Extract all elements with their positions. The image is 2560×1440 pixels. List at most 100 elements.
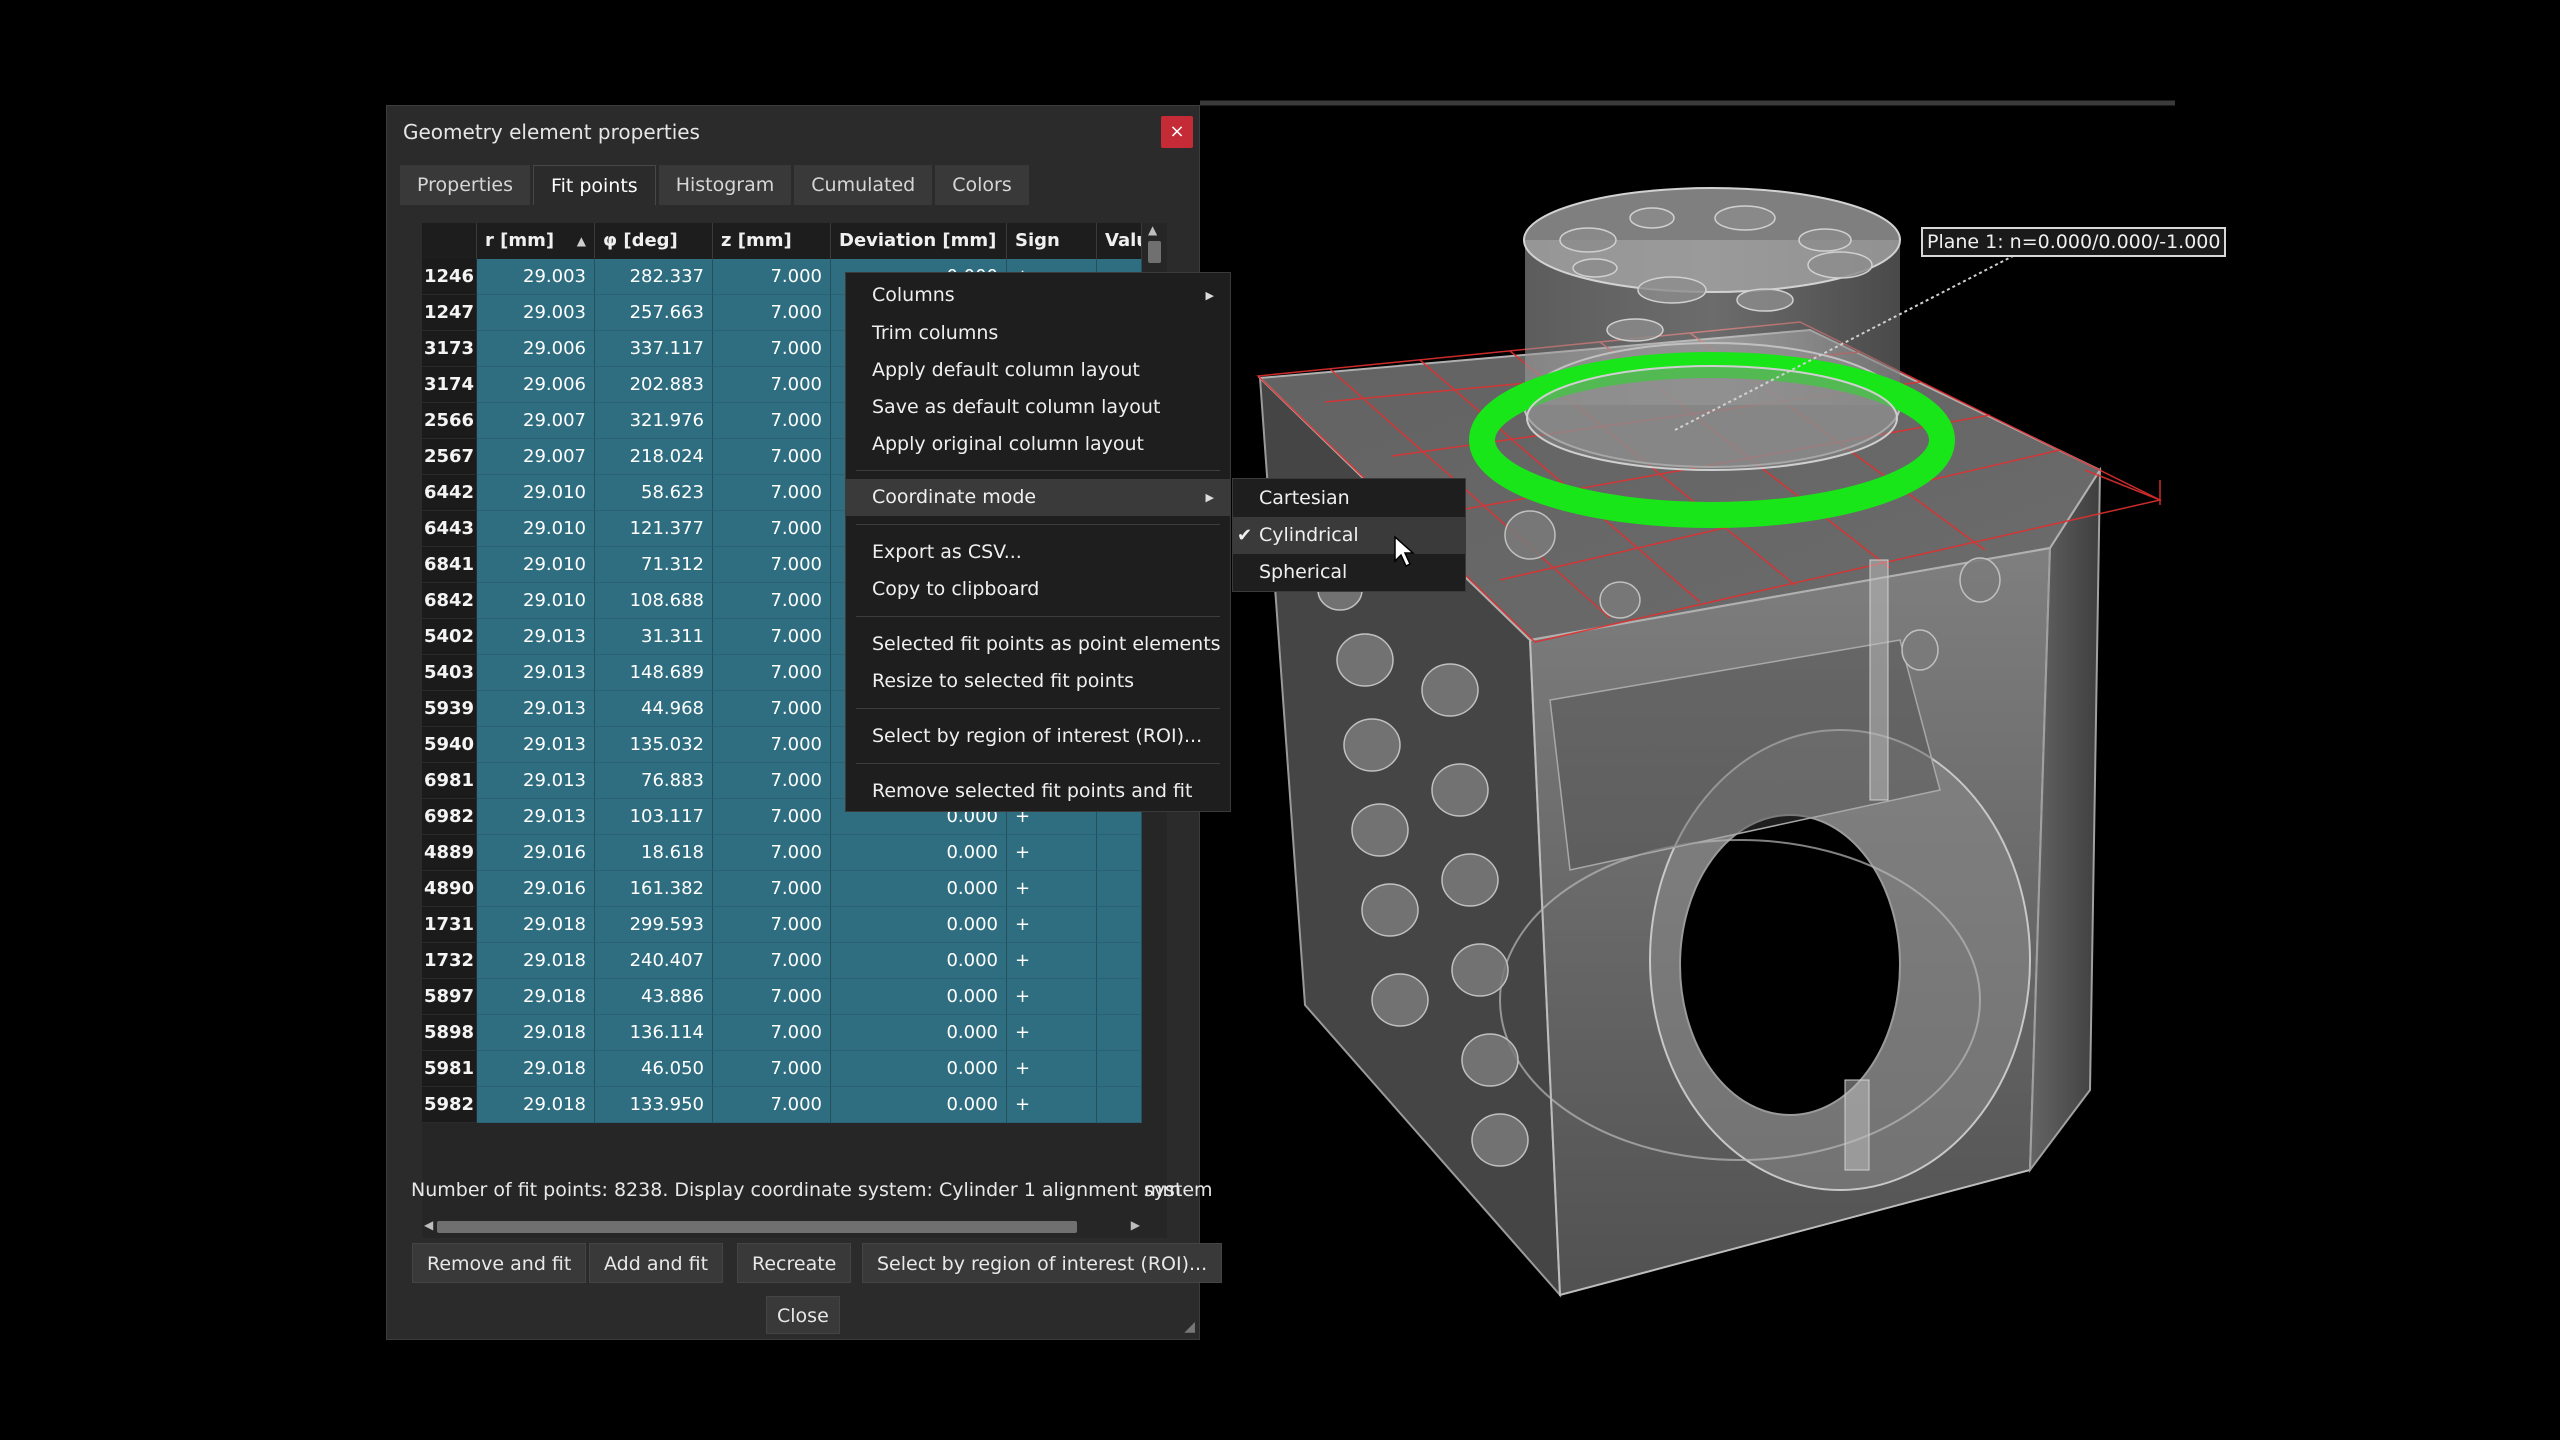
close-icon[interactable]: ×: [1161, 116, 1193, 148]
submenu-item-cartesian[interactable]: Cartesian: [1233, 480, 1465, 517]
coordinate-mode-submenu: Cartesian ✔ Cylindrical Spherical: [1232, 478, 1466, 592]
table-cell: 7.000: [713, 1051, 831, 1087]
table-cell: 121.377: [595, 511, 713, 547]
add-and-fit-button[interactable]: Add and fit: [589, 1243, 724, 1283]
menu-item-columns[interactable]: Columns ▶: [846, 277, 1230, 314]
table-cell: 29.018: [477, 907, 595, 943]
table-cell: 240.407: [595, 943, 713, 979]
mouse-cursor-icon: [1394, 535, 1415, 568]
scroll-left-icon[interactable]: ◀: [424, 1218, 433, 1232]
scroll-up-icon[interactable]: ▲: [1148, 223, 1157, 237]
row-id-cell: 5982: [422, 1087, 477, 1123]
submenu-arrow-icon: ▶: [1205, 289, 1214, 302]
row-id-cell: 5939: [422, 691, 477, 727]
tab-histogram[interactable]: Histogram: [658, 165, 792, 205]
context-menu: Columns ▶ Trim columns Apply default col…: [845, 272, 1231, 812]
menu-item-export-csv[interactable]: Export as CSV...: [846, 534, 1230, 571]
column-header-id[interactable]: [422, 223, 477, 259]
menu-item-coordinate-mode[interactable]: Coordinate mode ▶: [846, 479, 1230, 516]
table-cell: 29.018: [477, 943, 595, 979]
table-cell: 0.000: [831, 1087, 1007, 1123]
tab-properties[interactable]: Properties: [400, 165, 531, 205]
table-cell: 29.013: [477, 655, 595, 691]
select-roi-button[interactable]: Select by region of interest (ROI)...: [862, 1243, 1223, 1283]
table-row[interactable]: 5982 29.018 133.950 7.000 0.000 +: [422, 1087, 1142, 1123]
bore-through-hole: [1679, 814, 1901, 1116]
menu-item-select-roi[interactable]: Select by region of interest (ROI)...: [846, 718, 1230, 755]
submenu-item-spherical[interactable]: Spherical: [1233, 554, 1465, 591]
column-header-sign[interactable]: Sign: [1007, 223, 1097, 259]
submenu-item-label: Cylindrical: [1259, 524, 1359, 546]
table-cell: 321.976: [595, 403, 713, 439]
table-cell: 29.013: [477, 727, 595, 763]
table-cell: 103.117: [595, 799, 713, 835]
table-cell: 7.000: [713, 475, 831, 511]
table-row[interactable]: 1732 29.018 240.407 7.000 0.000 +: [422, 943, 1142, 979]
table-cell: 7.000: [713, 511, 831, 547]
table-cell: 135.032: [595, 727, 713, 763]
table-cell: 29.010: [477, 583, 595, 619]
table-cell: 7.000: [713, 439, 831, 475]
menu-item-points-as-elements[interactable]: Selected fit points as point elements: [846, 626, 1230, 663]
table-row[interactable]: 1731 29.018 299.593 7.000 0.000 +: [422, 907, 1142, 943]
column-header-phi[interactable]: φ [deg]: [595, 223, 713, 259]
table-cell: 7.000: [713, 763, 831, 799]
column-header-value[interactable]: Value: [1097, 223, 1142, 259]
column-header-z[interactable]: z [mm]: [713, 223, 831, 259]
recreate-button[interactable]: Recreate: [737, 1243, 852, 1283]
table-cell: 7.000: [713, 943, 831, 979]
tab-colors[interactable]: Colors: [935, 165, 1029, 205]
table-row[interactable]: 5898 29.018 136.114 7.000 0.000 +: [422, 1015, 1142, 1051]
menu-item-apply-original-layout[interactable]: Apply original column layout: [846, 426, 1230, 463]
dialog-title: Geometry element properties: [403, 120, 700, 144]
table-cell: 161.382: [595, 871, 713, 907]
table-cell: 29.003: [477, 295, 595, 331]
table-cell: +: [1007, 907, 1097, 943]
menu-item-remove-selected-fit[interactable]: Remove selected fit points and fit: [846, 773, 1230, 810]
menu-item-apply-default-layout[interactable]: Apply default column layout: [846, 352, 1230, 389]
table-cell: 0.000: [831, 1015, 1007, 1051]
tab-cumulated[interactable]: Cumulated: [794, 165, 933, 205]
table-cell: 29.018: [477, 1015, 595, 1051]
table-cell: 29.016: [477, 871, 595, 907]
menu-item-save-default-layout[interactable]: Save as default column layout: [846, 389, 1230, 426]
tab-fit-points[interactable]: Fit points: [533, 165, 656, 205]
table-row[interactable]: 4889 29.016 18.618 7.000 0.000 +: [422, 835, 1142, 871]
3d-viewport[interactable]: Plane 1: n=0.000/0.000/-1.000: [0, 0, 2560, 1440]
table-cell: 29.018: [477, 979, 595, 1015]
close-button[interactable]: Close: [766, 1296, 840, 1334]
table-cell: 7.000: [713, 799, 831, 835]
table-cell: [1097, 1087, 1142, 1123]
submenu-item-cylindrical[interactable]: ✔ Cylindrical: [1233, 517, 1465, 554]
table-cell: +: [1007, 835, 1097, 871]
column-header-deviation[interactable]: Deviation [mm]: [831, 223, 1007, 259]
menu-item-resize-selected[interactable]: Resize to selected fit points: [846, 663, 1230, 700]
scrollbar-thumb[interactable]: [1148, 241, 1161, 263]
table-cell: +: [1007, 871, 1097, 907]
table-row[interactable]: 4890 29.016 161.382 7.000 0.000 +: [422, 871, 1142, 907]
plane-label[interactable]: Plane 1: n=0.000/0.000/-1.000: [1921, 227, 2227, 257]
table-cell: 7.000: [713, 871, 831, 907]
row-id-cell: 5981: [422, 1051, 477, 1087]
menu-item-trim-columns[interactable]: Trim columns: [846, 315, 1230, 352]
menu-item-copy-clipboard[interactable]: Copy to clipboard: [846, 571, 1230, 608]
table-row[interactable]: 5981 29.018 46.050 7.000 0.000 +: [422, 1051, 1142, 1087]
table-cell: 29.010: [477, 547, 595, 583]
table-cell: 18.618: [595, 835, 713, 871]
scrollbar-thumb[interactable]: [437, 1221, 1077, 1233]
row-id-cell: 2567: [422, 439, 477, 475]
horizontal-scrollbar[interactable]: ◀ ▶: [422, 1216, 1142, 1238]
remove-and-fit-button[interactable]: Remove and fit: [412, 1243, 587, 1283]
table-cell: [1097, 1015, 1142, 1051]
dialog-titlebar[interactable]: Geometry element properties ×: [387, 106, 1199, 161]
table-cell: 337.117: [595, 331, 713, 367]
table-row[interactable]: 5897 29.018 43.886 7.000 0.000 +: [422, 979, 1142, 1015]
table-cell: [1097, 907, 1142, 943]
table-cell: 133.950: [595, 1087, 713, 1123]
column-header-r[interactable]: r [mm] ▲: [477, 223, 595, 259]
menu-separator: [856, 708, 1220, 709]
table-cell: 0.000: [831, 907, 1007, 943]
resize-grip-icon[interactable]: ◢: [1184, 1319, 1195, 1335]
scroll-right-icon[interactable]: ▶: [1131, 1218, 1140, 1232]
table-cell: 7.000: [713, 655, 831, 691]
